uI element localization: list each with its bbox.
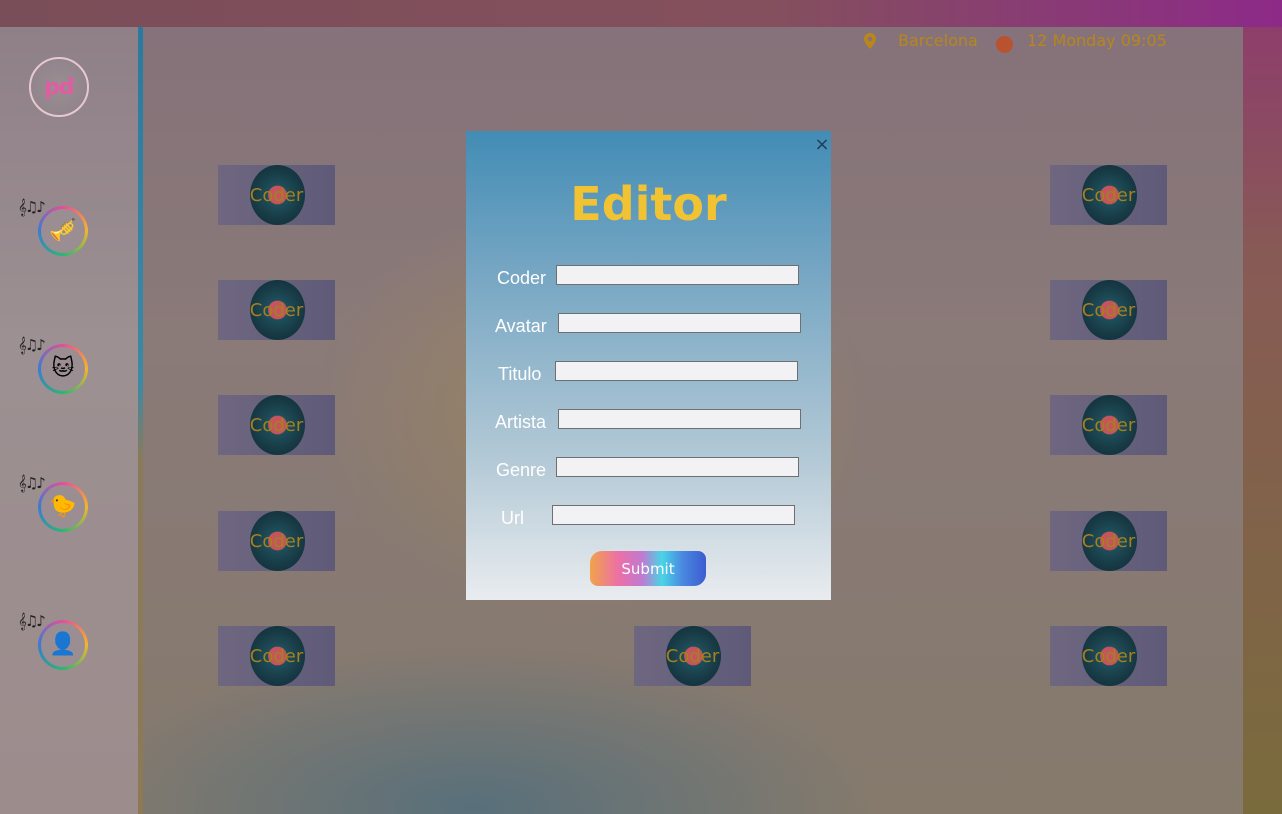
card-label: Coder: [1081, 184, 1136, 206]
datetime-label: 12 Monday 09:05: [1027, 31, 1167, 50]
avatar-label: Avatar: [495, 316, 547, 336]
map-pin-icon: [864, 33, 876, 49]
music-notes-icon: 𝄞♫♪: [18, 474, 46, 492]
url-input[interactable]: [552, 505, 795, 525]
music-notes-icon: 𝄞♫♪: [18, 336, 46, 354]
nav-item-duck[interactable]: 𝄞♫♪ 🐤: [18, 474, 90, 538]
song-card[interactable]: Coder: [218, 511, 335, 571]
coder-input[interactable]: [556, 265, 799, 285]
song-card[interactable]: Coder: [218, 626, 335, 686]
titulo-label: Titulo: [498, 364, 542, 384]
song-card[interactable]: Coder: [1050, 165, 1167, 225]
artista-input[interactable]: [558, 409, 801, 429]
card-label: Coder: [249, 184, 304, 206]
card-label: Coder: [1081, 530, 1136, 552]
song-card[interactable]: Coder: [1050, 280, 1167, 340]
genre-input[interactable]: [556, 457, 799, 477]
card-label: Coder: [1081, 645, 1136, 667]
add-user-icon: 👤: [38, 620, 88, 670]
url-label: Url: [501, 508, 524, 528]
submit-button[interactable]: Submit: [590, 551, 706, 586]
card-label: Coder: [249, 530, 304, 552]
coder-label: Coder: [497, 268, 547, 288]
nav-item-instruments[interactable]: 𝄞♫♪ 🎺: [18, 198, 90, 262]
music-instruments-icon: 🎺: [38, 206, 88, 256]
avatar-input[interactable]: [558, 313, 801, 333]
genre-label: Genre: [496, 460, 547, 480]
song-card[interactable]: Coder: [218, 395, 335, 455]
editor-modal: × Editor Coder Avatar Titulo Artista Gen…: [466, 131, 831, 600]
song-card[interactable]: Coder: [218, 165, 335, 225]
card-label: Coder: [1081, 299, 1136, 321]
location-label: Barcelona: [898, 31, 978, 50]
music-notes-icon: 𝄞♫♪: [18, 612, 46, 630]
nav-item-add-user[interactable]: 𝄞♫♪ 👤: [18, 612, 90, 676]
right-edge-band: [1243, 27, 1282, 814]
status-dot: [996, 36, 1013, 53]
logo-text: pd: [44, 74, 74, 100]
song-card[interactable]: Coder: [1050, 395, 1167, 455]
song-card[interactable]: Coder: [218, 280, 335, 340]
rubber-duck-icon: 🐤: [38, 482, 88, 532]
sidebar: [0, 27, 139, 814]
card-label: Coder: [249, 645, 304, 667]
close-icon[interactable]: ×: [814, 136, 830, 154]
artista-label: Artista: [495, 412, 547, 432]
sidebar-divider: [138, 27, 143, 814]
modal-title: Editor: [570, 177, 727, 231]
nav-item-cat[interactable]: 𝄞♫♪ 🐱: [18, 336, 90, 400]
song-card[interactable]: Coder: [1050, 511, 1167, 571]
card-label: Coder: [249, 414, 304, 436]
card-label: Coder: [665, 645, 720, 667]
song-card[interactable]: Coder: [634, 626, 751, 686]
app-logo[interactable]: pd: [29, 57, 89, 117]
card-label: Coder: [249, 299, 304, 321]
titulo-input[interactable]: [555, 361, 798, 381]
song-card[interactable]: Coder: [1050, 626, 1167, 686]
cat-headphones-icon: 🐱: [38, 344, 88, 394]
top-band: [0, 0, 1282, 27]
music-notes-icon: 𝄞♫♪: [18, 198, 46, 216]
card-label: Coder: [1081, 414, 1136, 436]
